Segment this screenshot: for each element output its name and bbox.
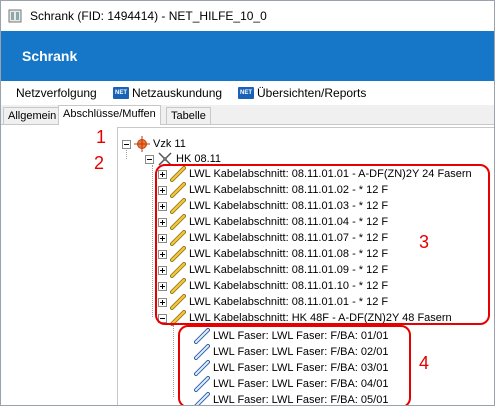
tree-line [173, 325, 174, 397]
tab-strip: Allgemein Abschlüsse/Muffen Tabelle [1, 105, 494, 125]
tree-line [152, 165, 153, 317]
net-icon: NET [238, 87, 254, 99]
highlight-box-sections [155, 164, 490, 325]
menu-netzverfolgung[interactable]: Netzverfolgung [16, 86, 97, 100]
menu-netzauskundung[interactable]: NET Netzauskundung [113, 86, 222, 100]
menu-bar: Netzverfolgung NET Netzauskundung NET Üb… [1, 81, 494, 105]
tree-node-root[interactable]: Vzk 11 [122, 136, 186, 152]
window-title: Schrank (FID: 1494414) - NET_HILFE_10_0 [30, 9, 267, 23]
tree-node-label: Vzk 11 [153, 138, 186, 150]
header-title: Schrank [22, 48, 78, 64]
highlight-box-fibers [178, 325, 411, 405]
tab-tabelle[interactable]: Tabelle [166, 107, 211, 124]
annotation-1: 1 [96, 127, 107, 147]
tab-abschluesse-muffen[interactable]: Abschlüsse/Muffen [58, 105, 161, 125]
menu-netzauskundung-label: Netzauskundung [132, 86, 223, 100]
collapse-icon[interactable] [122, 139, 131, 149]
net-icon: NET [113, 87, 129, 99]
crosshair-icon [134, 136, 150, 152]
app-header: Schrank [1, 31, 494, 81]
app-icon [8, 9, 22, 23]
menu-netzverfolgung-label: Netzverfolgung [16, 86, 97, 100]
title-bar: Schrank (FID: 1494414) - NET_HILFE_10_0 [1, 1, 494, 31]
tab-allgemein[interactable]: Allgemein [3, 107, 62, 124]
window: Schrank (FID: 1494414) - NET_HILFE_10_0 … [0, 0, 495, 406]
menu-uebersichten-label: Übersichten/Reports [257, 86, 367, 100]
annotation-4: 4 [419, 353, 430, 373]
collapse-icon[interactable] [145, 154, 154, 164]
annotation-2: 2 [94, 153, 105, 173]
menu-uebersichten[interactable]: NET Übersichten/Reports [238, 86, 366, 100]
